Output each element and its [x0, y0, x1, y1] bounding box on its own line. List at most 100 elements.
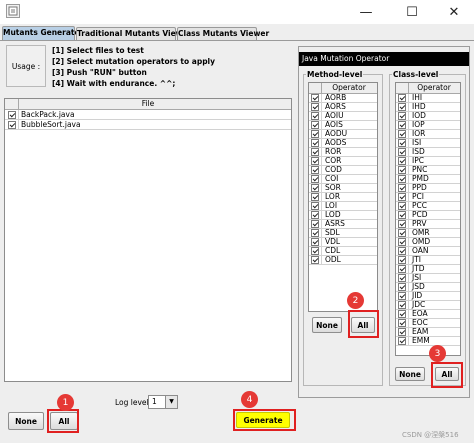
file-checkbox-checked[interactable]: [7, 111, 16, 119]
class_level-operator-row[interactable]: JTI: [396, 256, 460, 265]
operator-checkbox-checked[interactable]: [311, 166, 319, 174]
operator-checkbox-checked[interactable]: [398, 328, 406, 336]
operator-checkbox-checked[interactable]: [398, 148, 406, 156]
class_level-operator-row[interactable]: PPD: [396, 184, 460, 193]
operator-checkbox-checked[interactable]: [398, 220, 406, 228]
class_level-operator-row[interactable]: ISI: [396, 139, 460, 148]
method_level-operator-row[interactable]: LOI: [309, 202, 377, 211]
files-none-button[interactable]: None: [8, 412, 44, 430]
operator-checkbox-checked[interactable]: [398, 157, 406, 165]
operator-checkbox-checked[interactable]: [398, 301, 406, 309]
class_level-operator-row[interactable]: PMD: [396, 175, 460, 184]
method_level-operator-row[interactable]: ODL: [309, 256, 377, 265]
operator-checkbox-checked[interactable]: [398, 139, 406, 147]
class_level-operator-row[interactable]: IOP: [396, 121, 460, 130]
operator-checkbox-checked[interactable]: [398, 310, 406, 318]
operator-checkbox-checked[interactable]: [398, 238, 406, 246]
operator-checkbox-checked[interactable]: [311, 175, 319, 183]
operator-checkbox-checked[interactable]: [398, 229, 406, 237]
class_level-operator-row[interactable]: OAN: [396, 247, 460, 256]
method_level-operator-row[interactable]: COR: [309, 157, 377, 166]
file-row[interactable]: BackPack.java: [5, 110, 291, 120]
operator-checkbox-checked[interactable]: [311, 202, 319, 210]
method_level-operator-row[interactable]: ROR: [309, 148, 377, 157]
class_level-operator-row[interactable]: PCC: [396, 202, 460, 211]
chevron-down-icon[interactable]: ▼: [165, 396, 177, 408]
operator-checkbox-checked[interactable]: [398, 184, 406, 192]
class_level-operator-row[interactable]: JTD: [396, 265, 460, 274]
class_level-operator-row[interactable]: JDC: [396, 301, 460, 310]
class_level-operator-row[interactable]: IHI: [396, 94, 460, 103]
class_level-operator-row[interactable]: JSI: [396, 274, 460, 283]
method_level-operator-row[interactable]: SOR: [309, 184, 377, 193]
operator-checkbox-checked[interactable]: [398, 121, 406, 129]
class_level-operator-row[interactable]: EMM: [396, 337, 460, 346]
operator-checkbox-checked[interactable]: [398, 247, 406, 255]
operator-checkbox-checked[interactable]: [398, 292, 406, 300]
operator-checkbox-checked[interactable]: [398, 202, 406, 210]
operator-checkbox-checked[interactable]: [398, 274, 406, 282]
class_level-operator-row[interactable]: IPC: [396, 157, 460, 166]
operator-checkbox-checked[interactable]: [311, 247, 319, 255]
operator-checkbox-checked[interactable]: [311, 112, 319, 120]
operator-checkbox-checked[interactable]: [398, 265, 406, 273]
tab-class-mutants-viewer[interactable]: Class Mutants Viewer: [177, 27, 269, 40]
operator-checkbox-checked[interactable]: [398, 211, 406, 219]
tab-traditional-mutants-viewer[interactable]: Traditional Mutants Viewer: [76, 27, 191, 40]
operator-checkbox-checked[interactable]: [311, 184, 319, 192]
class_level-operator-row[interactable]: JSD: [396, 283, 460, 292]
method_level-operator-row[interactable]: COI: [309, 175, 377, 184]
minimize-button[interactable]: —: [346, 0, 386, 24]
method-none-button[interactable]: None: [312, 317, 342, 333]
operator-checkbox-checked[interactable]: [398, 112, 406, 120]
log-level-select[interactable]: 1 ▼: [148, 395, 178, 409]
operator-checkbox-checked[interactable]: [398, 103, 406, 111]
operator-checkbox-checked[interactable]: [398, 94, 406, 102]
method_level-operator-row[interactable]: AODS: [309, 139, 377, 148]
tab-mutants-generator[interactable]: Mutants Generator: [2, 26, 83, 40]
operator-checkbox-checked[interactable]: [398, 166, 406, 174]
operator-checkbox-checked[interactable]: [311, 157, 319, 165]
method_level-operator-row[interactable]: AOIU: [309, 112, 377, 121]
class_level-operator-row[interactable]: IOD: [396, 112, 460, 121]
close-button[interactable]: ✕: [434, 0, 474, 24]
method_level-operator-row[interactable]: LOR: [309, 193, 377, 202]
operator-checkbox-checked[interactable]: [311, 211, 319, 219]
method_level-operator-row[interactable]: COD: [309, 166, 377, 175]
class_level-operator-row[interactable]: IHD: [396, 103, 460, 112]
method_level-operator-row[interactable]: VDL: [309, 238, 377, 247]
operator-checkbox-checked[interactable]: [311, 256, 319, 264]
operator-checkbox-checked[interactable]: [398, 130, 406, 138]
method_level-operator-row[interactable]: SDL: [309, 229, 377, 238]
file-checkbox-checked[interactable]: [7, 121, 16, 129]
operator-checkbox-checked[interactable]: [398, 256, 406, 264]
class-none-button[interactable]: None: [395, 367, 425, 381]
class_level-operator-row[interactable]: ISD: [396, 148, 460, 157]
operator-checkbox-checked[interactable]: [398, 175, 406, 183]
method_level-operator-row[interactable]: CDL: [309, 247, 377, 256]
operator-checkbox-checked[interactable]: [311, 148, 319, 156]
file-row[interactable]: BubbleSort.java: [5, 120, 291, 130]
operator-checkbox-checked[interactable]: [311, 130, 319, 138]
class_level-operator-row[interactable]: EOA: [396, 310, 460, 319]
maximize-button[interactable]: ☐: [392, 0, 432, 24]
method_level-operator-row[interactable]: ASRS: [309, 220, 377, 229]
operator-checkbox-checked[interactable]: [311, 238, 319, 246]
operator-checkbox-checked[interactable]: [398, 319, 406, 327]
operator-checkbox-checked[interactable]: [311, 94, 319, 102]
operator-checkbox-checked[interactable]: [311, 139, 319, 147]
operator-checkbox-checked[interactable]: [311, 220, 319, 228]
operator-checkbox-checked[interactable]: [398, 337, 406, 345]
operator-checkbox-checked[interactable]: [398, 283, 406, 291]
operator-name: JTI: [412, 255, 422, 264]
class_level-operator-row[interactable]: PCI: [396, 193, 460, 202]
class_level-operator-row[interactable]: PCD: [396, 211, 460, 220]
operator-checkbox-checked[interactable]: [311, 103, 319, 111]
class_level-operator-row[interactable]: IOR: [396, 130, 460, 139]
operator-checkbox-checked[interactable]: [311, 121, 319, 129]
class_level-operator-row[interactable]: JID: [396, 292, 460, 301]
operator-checkbox-checked[interactable]: [311, 229, 319, 237]
class_level-operator-row[interactable]: EOC: [396, 319, 460, 328]
operator-checkbox-checked[interactable]: [311, 193, 319, 201]
operator-checkbox-checked[interactable]: [398, 193, 406, 201]
